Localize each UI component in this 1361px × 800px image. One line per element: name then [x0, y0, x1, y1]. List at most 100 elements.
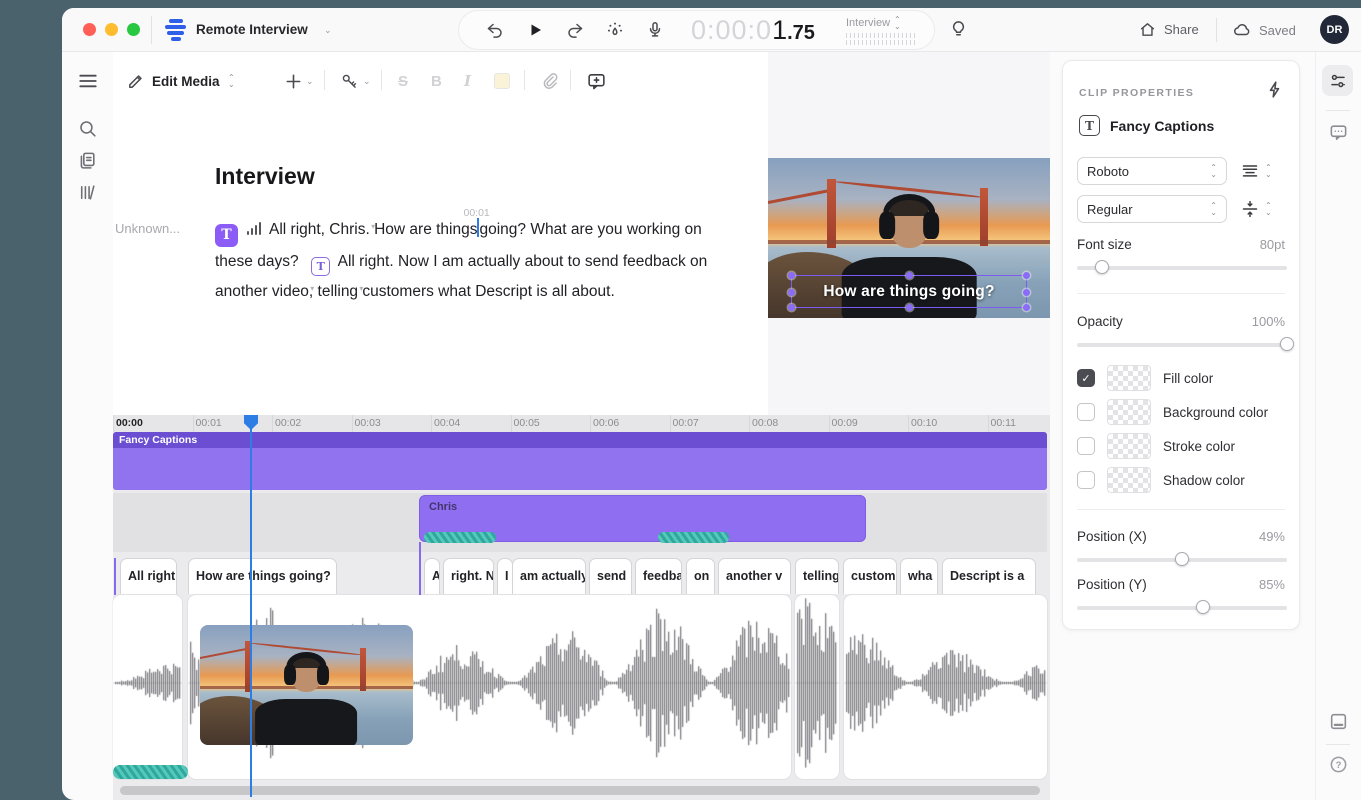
word-chip[interactable]: All right, [120, 558, 177, 594]
slider-track[interactable] [1077, 343, 1287, 347]
speaker-clip[interactable]: Chris [419, 495, 866, 542]
word-chip[interactable]: Descript is a [942, 558, 1036, 594]
record-mic-button[interactable] [645, 20, 665, 40]
audio-card[interactable] [844, 595, 1047, 779]
ai-enhance-icon[interactable] [605, 20, 625, 40]
word-chip[interactable]: another v [718, 558, 791, 594]
help-button[interactable]: ? [1328, 754, 1349, 775]
clip-boundary-marker[interactable] [419, 542, 421, 595]
insert-plus-button[interactable] [284, 70, 303, 92]
caption-track-header[interactable]: Fancy Captions [113, 432, 1047, 448]
ruler-tick [590, 415, 591, 432]
word-chip[interactable]: How are things going? [188, 558, 337, 594]
close-window-button[interactable] [83, 23, 96, 36]
horizontal-scrollbar[interactable] [120, 786, 1040, 795]
slider-knob[interactable] [1196, 600, 1210, 614]
word-chip[interactable]: right. N [443, 558, 494, 594]
user-avatar[interactable]: DR [1320, 15, 1349, 44]
redo-button[interactable] [565, 20, 585, 40]
playhead-line[interactable] [250, 415, 252, 797]
zoom-window-button[interactable] [127, 23, 140, 36]
selection-handle[interactable] [788, 289, 795, 296]
undo-button[interactable] [485, 20, 505, 40]
color-swatch[interactable] [1107, 399, 1151, 425]
correct-key-icon[interactable] [340, 70, 359, 92]
word-chip[interactable]: A [424, 558, 440, 594]
word-chip[interactable]: send [589, 558, 632, 594]
bold-button[interactable]: B [431, 70, 442, 92]
descript-logo-icon[interactable] [165, 18, 188, 41]
toggle-timeline-panel-button[interactable] [1328, 711, 1349, 732]
word-chip[interactable]: feedba [635, 558, 682, 594]
color-swatch[interactable] [1107, 365, 1151, 391]
italic-button[interactable]: I [464, 70, 471, 92]
selection-handle[interactable] [788, 272, 795, 279]
share-button[interactable]: Share [1138, 20, 1199, 39]
play-button[interactable] [525, 20, 545, 40]
word-chip[interactable]: custom [843, 558, 897, 594]
opacity-slider[interactable] [1077, 336, 1287, 352]
word-chip[interactable]: am actually [512, 558, 586, 594]
text-align-control[interactable]: ⌃⌄ [1240, 161, 1272, 181]
strikethrough-button[interactable]: S [398, 70, 408, 92]
properties-tab-active[interactable] [1322, 65, 1353, 96]
word-chip[interactable]: I [497, 558, 513, 594]
highlight-button[interactable] [494, 70, 510, 92]
link-paperclip-icon[interactable] [540, 70, 560, 92]
word-chip[interactable]: on [686, 558, 715, 594]
clip-boundary-marker[interactable] [114, 558, 116, 595]
track-selector[interactable]: Interview⌃⌄ [846, 16, 918, 45]
word-chip[interactable]: telling [795, 558, 839, 594]
selection-handle[interactable] [788, 304, 795, 311]
caption-selection-box[interactable]: How are things going? [791, 275, 1028, 309]
selection-handle[interactable] [1023, 304, 1030, 311]
editor-mode-selector[interactable]: Edit Media [152, 70, 220, 92]
selection-handle[interactable] [1023, 289, 1030, 296]
sync-status[interactable]: Saved [1232, 20, 1296, 40]
document-heading[interactable]: Interview [215, 163, 315, 190]
audio-card[interactable] [113, 595, 182, 779]
font-style-select[interactable]: Regular⌃⌄ [1077, 195, 1227, 223]
insert-chevron-icon[interactable]: ⌄ [306, 70, 314, 92]
selection-handle[interactable] [1023, 272, 1030, 279]
quick-actions-bolt-icon[interactable] [1264, 79, 1285, 100]
caption-card-icon[interactable]: T [215, 224, 238, 247]
pages-icon[interactable] [77, 150, 98, 171]
transcript-text[interactable]: TAll right, Chris. How are things00:01go… [215, 215, 731, 307]
selection-handle[interactable] [906, 272, 913, 279]
color-checkbox[interactable] [1077, 403, 1095, 421]
audio-card[interactable] [795, 595, 839, 779]
correct-chevron-icon[interactable]: ⌄ [363, 70, 371, 92]
slider-knob[interactable] [1280, 337, 1294, 351]
font-family-select[interactable]: Roboto⌃⌄ [1077, 157, 1227, 185]
word-chip[interactable]: wha [900, 558, 938, 594]
video-thumbnail[interactable] [200, 625, 413, 745]
color-swatch[interactable] [1107, 467, 1151, 493]
slider-knob[interactable] [1175, 552, 1189, 566]
mode-chevrons-icon[interactable]: ⌃⌄ [228, 70, 235, 92]
add-comment-button[interactable] [586, 70, 607, 92]
slider-knob[interactable] [1095, 260, 1109, 274]
timecode-fraction: .75 [787, 22, 815, 44]
vertical-align-control[interactable]: ⌃⌄ [1240, 199, 1272, 219]
color-checkbox[interactable] [1077, 471, 1095, 489]
slider-track[interactable] [1077, 606, 1287, 610]
comments-tab[interactable] [1328, 122, 1349, 143]
speaker-label[interactable]: Unknown... [115, 221, 180, 236]
tips-lightbulb-icon[interactable] [948, 19, 969, 40]
audio-levels-icon[interactable] [246, 221, 262, 236]
position-x-slider[interactable] [1077, 551, 1287, 567]
caption-track-body[interactable] [113, 448, 1047, 490]
color-swatch[interactable] [1107, 433, 1151, 459]
font-size-slider[interactable] [1077, 259, 1287, 275]
color-checkbox[interactable]: ✓ [1077, 369, 1095, 387]
edit-mode-pencil-icon[interactable] [126, 70, 146, 92]
project-title-chevron-icon[interactable]: ⌄ [324, 25, 332, 36]
search-icon[interactable] [77, 118, 98, 139]
minimize-window-button[interactable] [105, 23, 118, 36]
main-menu-button[interactable] [77, 70, 99, 92]
project-title[interactable]: Remote Interview [196, 22, 308, 37]
color-checkbox[interactable] [1077, 437, 1095, 455]
position-y-slider[interactable] [1077, 599, 1287, 615]
script-markers-icon[interactable] [77, 182, 98, 203]
